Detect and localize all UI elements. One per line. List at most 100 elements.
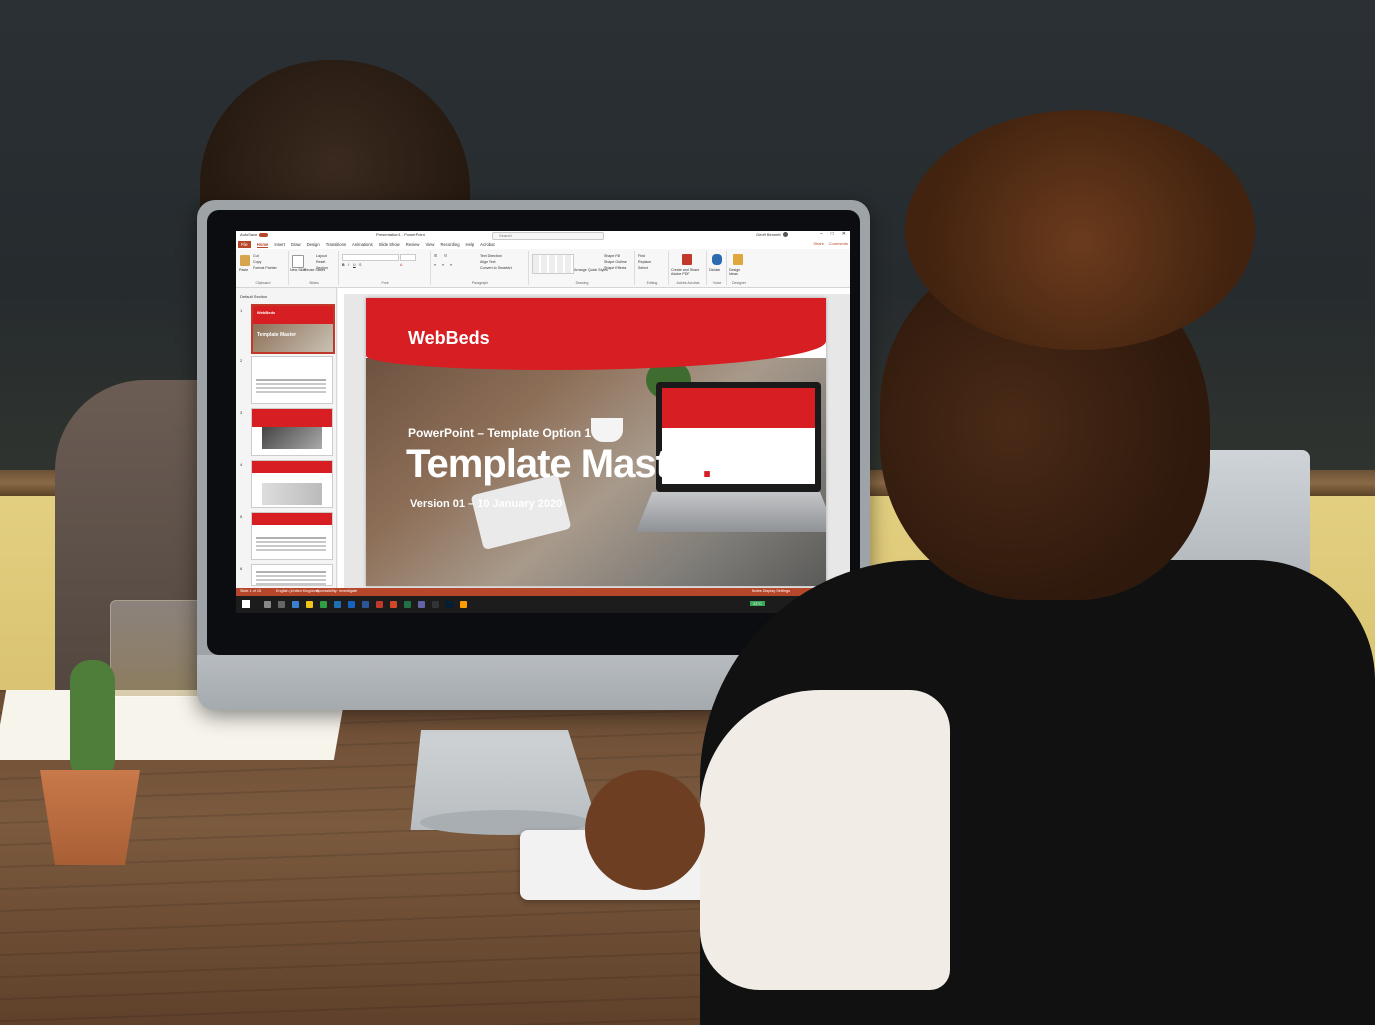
editing-caption: Editing bbox=[646, 281, 658, 285]
drawing-caption: Drawing bbox=[575, 281, 589, 285]
shapes-gallery[interactable] bbox=[532, 254, 574, 274]
bullets-icon[interactable]: ☰ bbox=[434, 254, 437, 258]
convert-smartart-button[interactable]: Convert to SmartArt bbox=[480, 266, 512, 270]
paste-icon[interactable] bbox=[240, 255, 250, 266]
adobe-pdf-icon[interactable] bbox=[682, 254, 692, 265]
edge-icon[interactable] bbox=[334, 601, 341, 608]
slide-thumbnail[interactable] bbox=[251, 356, 333, 404]
webbeds-logo: WebBeds bbox=[408, 328, 490, 348]
excel-icon[interactable] bbox=[404, 601, 411, 608]
acrobat-icon[interactable] bbox=[376, 601, 383, 608]
start-icon[interactable] bbox=[242, 600, 250, 608]
search-input[interactable]: Search bbox=[492, 232, 604, 240]
minimize-button[interactable]: – bbox=[820, 231, 823, 237]
align-left-icon[interactable]: ≡ bbox=[434, 263, 436, 267]
paste-button[interactable]: Paste bbox=[239, 268, 248, 272]
select-button[interactable]: Select bbox=[638, 266, 648, 270]
word-icon[interactable] bbox=[362, 601, 369, 608]
autosave-label: AutoSave bbox=[240, 232, 258, 237]
new-slide-icon[interactable] bbox=[292, 255, 304, 268]
tab-acrobat[interactable]: Acrobat bbox=[480, 242, 494, 247]
close-button[interactable]: ✕ bbox=[842, 231, 846, 237]
shape-outline-button[interactable]: Shape Outline bbox=[604, 260, 627, 264]
illustrator-icon[interactable] bbox=[460, 601, 467, 608]
tab-home[interactable]: Home bbox=[256, 242, 269, 248]
app-icon[interactable] bbox=[292, 601, 299, 608]
outlook-icon[interactable] bbox=[348, 601, 355, 608]
arrange-button[interactable]: Arrange bbox=[574, 268, 587, 272]
find-button[interactable]: Find bbox=[638, 254, 645, 258]
underline-icon[interactable]: U bbox=[353, 263, 356, 267]
slide-thumbnail[interactable] bbox=[251, 460, 333, 508]
voice-caption: Voice bbox=[712, 281, 722, 285]
section-label[interactable]: Default Section bbox=[240, 294, 267, 299]
tab-draw[interactable]: Draw bbox=[291, 242, 301, 247]
shape-effects-button[interactable]: Shape Effects bbox=[604, 266, 626, 270]
teams-icon[interactable] bbox=[418, 601, 425, 608]
file-explorer-icon[interactable] bbox=[306, 601, 313, 608]
bold-icon[interactable]: B bbox=[342, 263, 345, 267]
strikethrough-icon[interactable]: S bbox=[359, 263, 361, 267]
text-direction-button[interactable]: Text Direction bbox=[480, 254, 502, 258]
numbering-icon[interactable]: ☷ bbox=[444, 254, 447, 258]
autosave-toggle[interactable] bbox=[259, 232, 269, 237]
powerpoint-icon[interactable] bbox=[390, 601, 397, 608]
chrome-icon[interactable] bbox=[320, 601, 327, 608]
plant-pot bbox=[40, 770, 140, 865]
microphone-icon[interactable] bbox=[712, 254, 722, 265]
cut-button[interactable]: Cut bbox=[253, 254, 259, 258]
font-name-dropdown[interactable] bbox=[342, 254, 399, 261]
align-text-button[interactable]: Align Text bbox=[480, 260, 496, 264]
design-ideas-icon[interactable] bbox=[733, 254, 743, 265]
current-slide[interactable]: WebBeds PowerPoint – Template Option 1 T… bbox=[366, 298, 826, 586]
slide-thumbnail[interactable]: WebBeds Template Master bbox=[251, 304, 335, 354]
shape-fill-button[interactable]: Shape Fill bbox=[604, 254, 620, 258]
slide-number: 5 bbox=[240, 514, 243, 519]
slides-group: New Slide Reuse Slides Layout Reset Sect… bbox=[290, 251, 339, 285]
tab-review[interactable]: Review bbox=[406, 242, 420, 247]
clipboard-group: Paste Cut Copy Format Painter Clipboard bbox=[238, 251, 289, 285]
tab-recording[interactable]: Recording bbox=[440, 242, 459, 247]
search-icon[interactable] bbox=[264, 601, 271, 608]
tab-animations[interactable]: Animations bbox=[352, 242, 373, 247]
create-share-pdf-button[interactable]: Create and Share Adobe PDF bbox=[671, 268, 705, 276]
tab-file[interactable]: File bbox=[238, 241, 251, 248]
slide-thumbnail[interactable] bbox=[251, 512, 333, 560]
reset-button[interactable]: Reset bbox=[316, 260, 325, 264]
share-button[interactable]: Share bbox=[813, 241, 824, 246]
accessibility-indicator[interactable]: Accessibility: Investigate bbox=[316, 589, 357, 593]
layout-button[interactable]: Layout bbox=[316, 254, 327, 258]
user-account[interactable]: Geoff Bennett bbox=[756, 232, 788, 238]
slide-thumbnail[interactable] bbox=[251, 408, 333, 456]
powerpoint-window: AutoSave Presentation1 - PowerPoint Sear… bbox=[236, 231, 850, 613]
font-color-icon[interactable]: A bbox=[400, 263, 402, 267]
maximize-button[interactable]: □ bbox=[831, 231, 834, 237]
app-icon[interactable] bbox=[432, 601, 439, 608]
tab-slide-show[interactable]: Slide Show bbox=[379, 242, 400, 247]
notes-button[interactable]: Notes Display Settings bbox=[752, 589, 790, 593]
slide-thumbnail[interactable] bbox=[251, 564, 333, 586]
weather-widget[interactable]: 21°C bbox=[750, 601, 765, 606]
copy-button[interactable]: Copy bbox=[253, 260, 261, 264]
tab-design[interactable]: Design bbox=[307, 242, 320, 247]
italic-icon[interactable]: I bbox=[348, 263, 349, 267]
status-bar: Slide 1 of 15 English (United Kingdom) A… bbox=[236, 588, 850, 596]
font-size-dropdown[interactable] bbox=[400, 254, 416, 261]
language-indicator[interactable]: English (United Kingdom) bbox=[276, 589, 319, 593]
dictate-button[interactable]: Dictate bbox=[709, 268, 720, 272]
format-painter-button[interactable]: Format Painter bbox=[253, 266, 277, 270]
design-ideas-button[interactable]: Design Ideas bbox=[729, 268, 749, 276]
autosave-control[interactable]: AutoSave bbox=[240, 232, 269, 237]
align-right-icon[interactable]: ≡ bbox=[450, 263, 452, 267]
replace-button[interactable]: Replace bbox=[638, 260, 651, 264]
avatar[interactable] bbox=[782, 232, 788, 238]
comments-button[interactable]: Comments bbox=[829, 241, 848, 246]
task-view-icon[interactable] bbox=[278, 601, 285, 608]
tab-view[interactable]: View bbox=[425, 242, 434, 247]
align-center-icon[interactable]: ≡ bbox=[442, 263, 444, 267]
tab-help[interactable]: Help bbox=[466, 242, 475, 247]
photoshop-icon[interactable] bbox=[446, 601, 453, 608]
tab-insert[interactable]: Insert bbox=[274, 242, 284, 247]
tab-transitions[interactable]: Transitions bbox=[326, 242, 346, 247]
section-button[interactable]: Section bbox=[316, 266, 328, 270]
